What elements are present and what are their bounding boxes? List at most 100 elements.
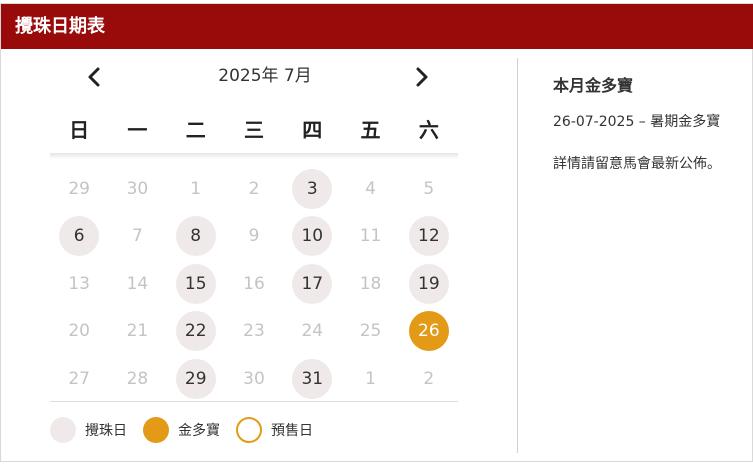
weekday-sat: 六 (418, 118, 439, 142)
day-number: 10 (292, 216, 333, 257)
calendar-day[interactable]: 22 (167, 309, 225, 357)
jackpot-info-title: 本月金多寶 (553, 76, 634, 95)
calendar-day[interactable]: 26 (400, 309, 458, 357)
calendar-day[interactable]: 19 (400, 261, 458, 309)
day-number: 13 (68, 273, 90, 294)
calendar-day[interactable]: 23 (225, 309, 283, 357)
calendar-day[interactable]: 18 (341, 261, 399, 309)
next-month-button[interactable] (407, 63, 435, 91)
jackpot-note: 詳情請留意馬會最新公佈。 (553, 156, 721, 172)
calendar-day[interactable]: 31 (283, 356, 341, 404)
panel-title: 攪珠日期表 (1, 4, 753, 49)
day-number: 19 (408, 263, 449, 304)
day-number: 18 (359, 273, 382, 294)
day-number: 8 (175, 216, 216, 257)
calendar-day[interactable]: 8 (167, 214, 225, 262)
legend-draw: 攪珠日 (50, 417, 127, 443)
presale-swatch (236, 417, 262, 443)
day-number: 20 (68, 321, 90, 342)
legend-presale: 預售日 (236, 417, 313, 443)
calendar-day[interactable]: 30 (108, 166, 166, 214)
weekday-fri: 五 (360, 118, 381, 142)
day-number: 21 (126, 321, 149, 342)
calendar-week: 6 7 8 9 10 11 12 (50, 214, 458, 262)
day-number: 2 (423, 368, 435, 389)
chevron-right-icon (416, 67, 428, 87)
panel-divider (517, 58, 518, 453)
day-number: 14 (126, 273, 149, 294)
day-number: 16 (243, 273, 265, 294)
calendar-day[interactable]: 1 (167, 166, 225, 214)
calendar-day[interactable]: 2 (225, 166, 283, 214)
calendar-day[interactable]: 4 (341, 166, 399, 214)
legend-presale-label: 預售日 (271, 423, 313, 439)
legend-draw-label: 攪珠日 (85, 423, 127, 439)
day-number: 25 (359, 321, 382, 342)
calendar-day[interactable]: 10 (283, 214, 341, 262)
chevron-left-icon (88, 67, 100, 87)
calendar-grid: 29 30 1 2 3 4 5 6 7 8 9 10 11 12 13 14 15 16 17 18 19 20 21 22 2… (50, 166, 458, 404)
day-number: 29 (175, 358, 216, 399)
day-number: 30 (243, 368, 265, 389)
day-number: 26 (408, 311, 449, 352)
calendar-week: 13 14 15 16 17 18 19 (50, 261, 458, 309)
weekday-sun: 日 (69, 118, 90, 142)
calendar-day[interactable]: 9 (225, 214, 283, 262)
day-number: 24 (301, 321, 324, 342)
calendar-day[interactable]: 21 (108, 309, 166, 357)
calendar-day[interactable]: 14 (108, 261, 166, 309)
weekday-mon: 一 (127, 118, 148, 142)
calendar-day[interactable]: 1 (341, 356, 399, 404)
weekday-wed: 三 (243, 118, 264, 142)
jackpot-swatch (143, 417, 169, 443)
calendar-day[interactable]: 29 (167, 356, 225, 404)
day-number: 31 (292, 358, 333, 399)
day-number: 22 (175, 311, 216, 352)
day-number: 1 (190, 178, 202, 199)
day-number: 27 (68, 368, 90, 389)
calendar-day[interactable]: 7 (108, 214, 166, 262)
calendar-day[interactable]: 13 (50, 261, 108, 309)
weekday-tue: 二 (185, 118, 206, 142)
calendar-week: 27 28 29 30 31 1 2 (50, 356, 458, 404)
day-number: 4 (365, 178, 376, 199)
calendar-day[interactable]: 3 (283, 166, 341, 214)
legend-jackpot: 金多寶 (143, 417, 220, 443)
calendar-day[interactable]: 11 (341, 214, 399, 262)
calendar-day[interactable]: 20 (50, 309, 108, 357)
day-number: 12 (408, 216, 449, 257)
weekday-thu: 四 (302, 118, 323, 142)
day-number: 15 (175, 263, 216, 304)
month-label: 2025年 7月 (218, 66, 312, 86)
calendar-day[interactable]: 29 (50, 166, 108, 214)
header-shadow (50, 153, 458, 159)
calendar-day[interactable]: 12 (400, 214, 458, 262)
day-number: 3 (292, 168, 333, 209)
day-number: 6 (59, 216, 100, 257)
calendar-day[interactable]: 25 (341, 309, 399, 357)
calendar-day[interactable]: 28 (108, 356, 166, 404)
calendar-day[interactable]: 2 (400, 356, 458, 404)
calendar-day[interactable]: 6 (50, 214, 108, 262)
weekday-header: 日 一 二 三 四 五 六 (50, 112, 458, 148)
day-number: 9 (248, 226, 260, 247)
calendar-day[interactable]: 16 (225, 261, 283, 309)
day-number: 5 (423, 178, 435, 199)
calendar-day[interactable]: 27 (50, 356, 108, 404)
calendar-day[interactable]: 30 (225, 356, 283, 404)
day-number: 28 (126, 368, 149, 389)
calendar-day[interactable]: 17 (283, 261, 341, 309)
calendar-day[interactable]: 5 (400, 166, 458, 214)
calendar-day[interactable]: 15 (167, 261, 225, 309)
day-number: 11 (359, 226, 382, 247)
legend-jackpot-label: 金多寶 (178, 423, 220, 439)
calendar-week: 29 30 1 2 3 4 5 (50, 166, 458, 214)
day-number: 29 (68, 178, 90, 199)
prev-month-button[interactable] (81, 63, 109, 91)
legend: 攪珠日 金多寶 預售日 (50, 416, 329, 444)
jackpot-entry: 26-07-2025 – 暑期金多寶 (553, 114, 721, 130)
draw-day-swatch (50, 417, 76, 443)
day-number: 17 (292, 263, 333, 304)
calendar-day[interactable]: 24 (283, 309, 341, 357)
legend-divider (50, 401, 458, 402)
